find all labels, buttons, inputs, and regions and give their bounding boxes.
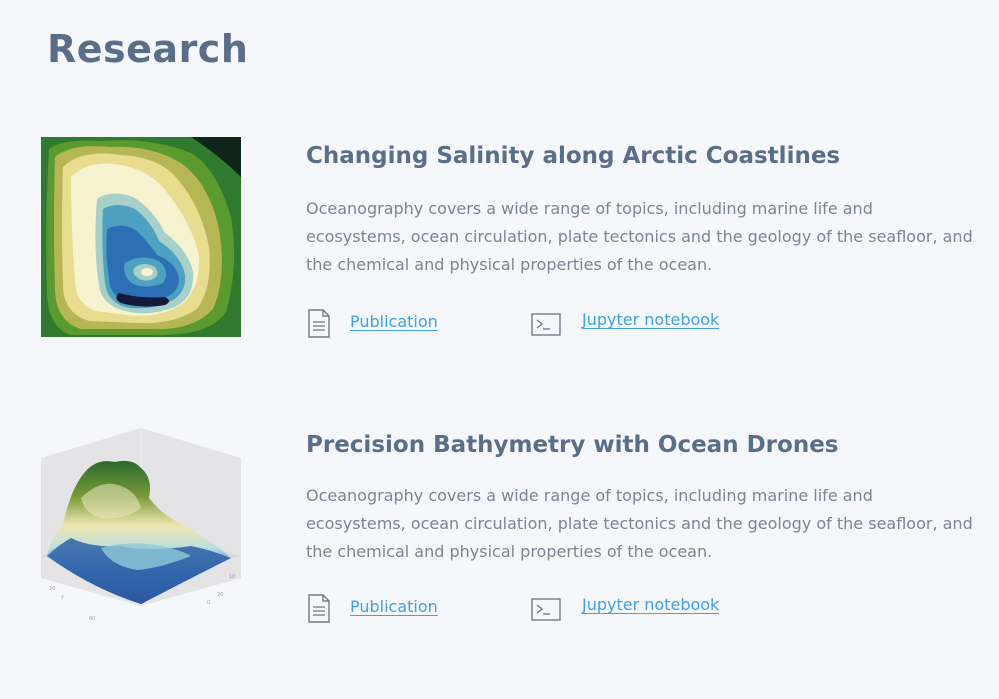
project-thumbnail-salinity-map — [41, 137, 241, 337]
publication-link-label[interactable]: Publication — [350, 597, 438, 616]
svg-text:0: 0 — [207, 600, 210, 606]
jupyter-notebook-link-label[interactable]: Jupyter notebook — [582, 310, 719, 329]
project-description: Oceanography covers a wide range of topi… — [306, 199, 973, 274]
svg-text:60: 60 — [89, 616, 95, 622]
svg-text:20: 20 — [49, 586, 55, 592]
project-title: Precision Bathymetry with Ocean Drones — [306, 432, 839, 458]
svg-text:y: y — [61, 594, 64, 600]
project-description: Oceanography covers a wide range of topi… — [306, 486, 973, 561]
document-icon — [308, 594, 330, 628]
svg-text:20: 20 — [217, 592, 223, 598]
project-links: Publication Jupyter notebook — [306, 592, 906, 626]
terminal-icon — [531, 309, 561, 342]
document-icon — [308, 309, 330, 343]
project-links: Publication Jupyter notebook — [306, 307, 906, 341]
page-title: Research — [47, 27, 249, 71]
terminal-icon — [531, 594, 561, 627]
svg-text:10: 10 — [229, 574, 235, 580]
project-title: Changing Salinity along Arctic Coastline… — [306, 143, 841, 169]
publication-link-label[interactable]: Publication — [350, 312, 438, 331]
project-thumbnail-bathymetry-surface: 20 y 60 0 20 10 — [41, 428, 241, 628]
jupyter-notebook-link-label[interactable]: Jupyter notebook — [582, 595, 719, 614]
